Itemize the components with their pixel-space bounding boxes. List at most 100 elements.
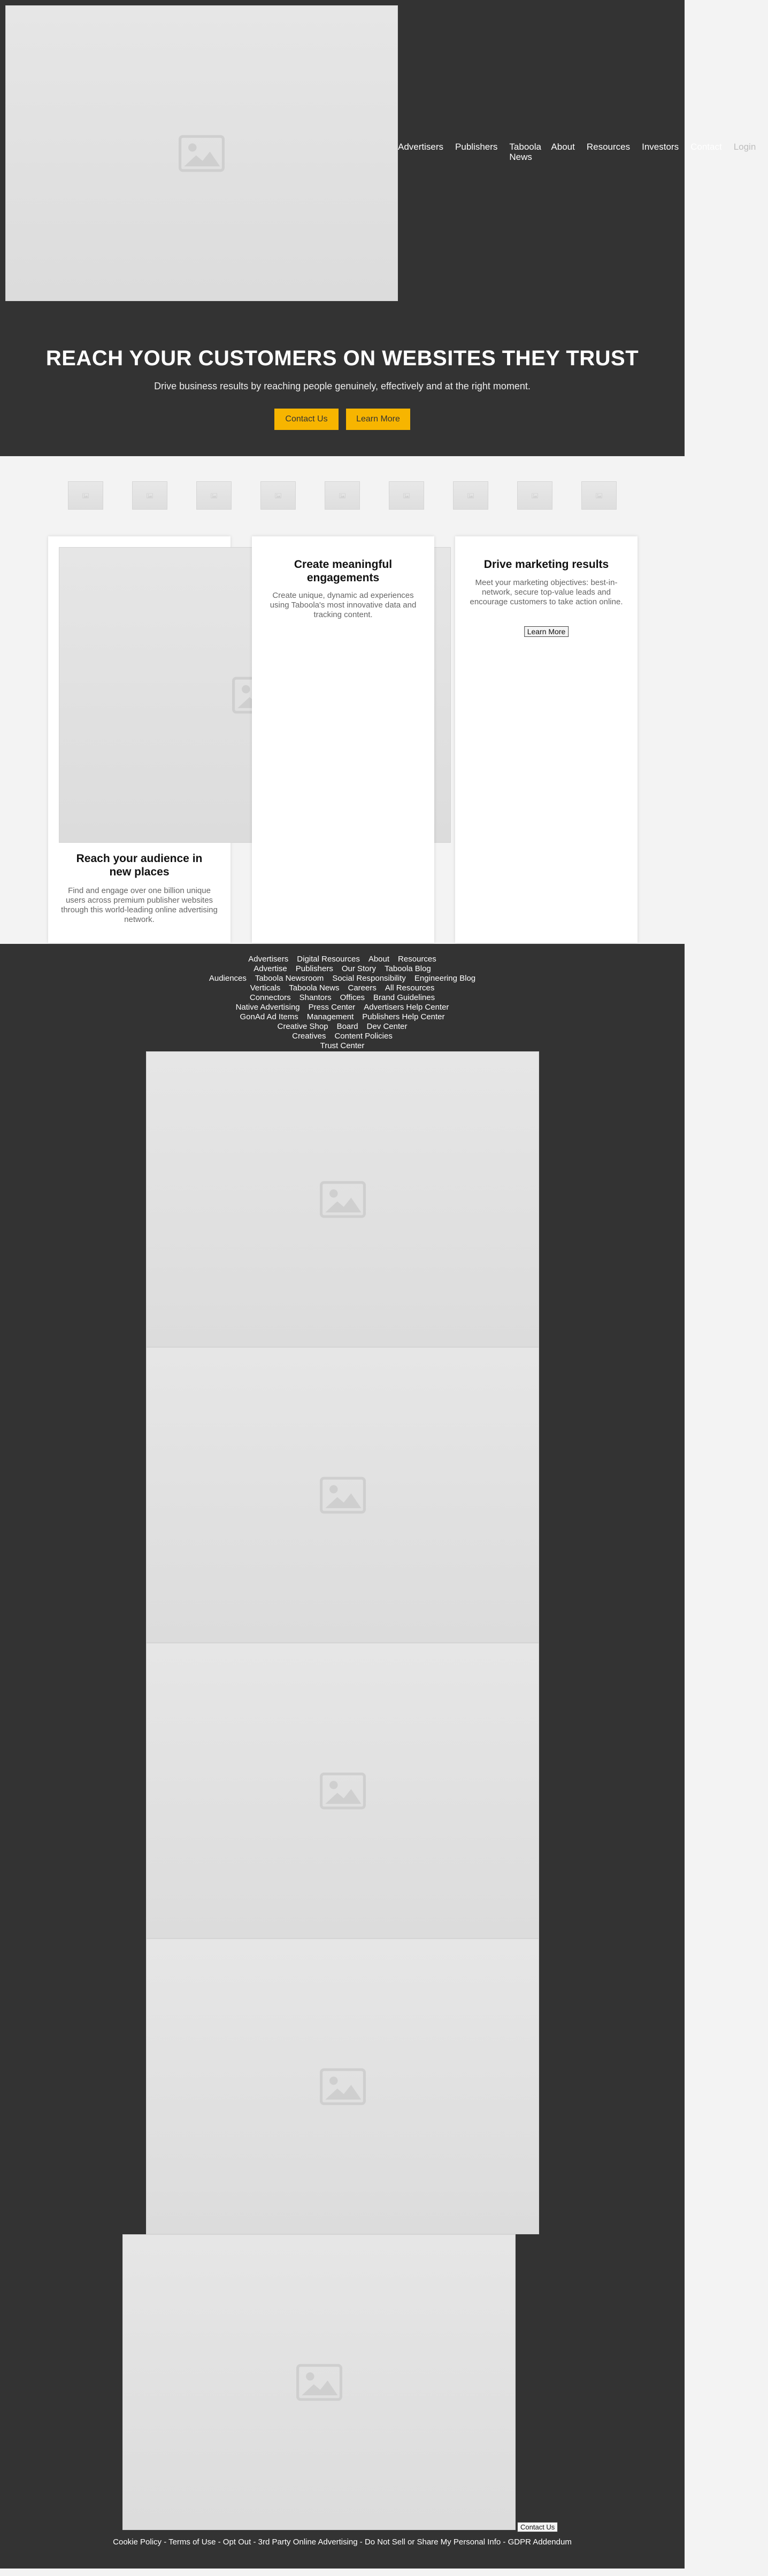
- footer-link[interactable]: Advertisers Help Center: [364, 1003, 449, 1012]
- footer-link-row: GonAd Ad Items Management Publishers Help …: [0, 1012, 685, 1022]
- hero-subtitle: Drive business results by reaching peopl…: [154, 381, 531, 391]
- footer-link[interactable]: Taboola Newsroom: [255, 974, 324, 983]
- card-title: Create meaningful engagements: [294, 558, 393, 584]
- footer-links: Advertisers Digital Resources About Resourc…: [0, 955, 685, 1051]
- learn-more-button[interactable]: Learn More: [524, 626, 569, 637]
- footer-link[interactable]: Offices: [340, 993, 365, 1002]
- footer-link[interactable]: Connectors: [250, 993, 291, 1002]
- image-placeholder-icon: [275, 493, 281, 498]
- image-placeholder-icon: [320, 1772, 366, 1810]
- nav-about[interactable]: About: [551, 142, 574, 162]
- image-placeholder-icon: [320, 2068, 366, 2105]
- card-text: Find and engage over one billion unique …: [61, 886, 218, 924]
- footer-link[interactable]: Publishers Help Center: [362, 1012, 444, 1021]
- separator: -: [216, 2537, 223, 2547]
- footer-link-row: Audiences Taboola Newsroom Social Responsi…: [0, 974, 685, 983]
- footer-image: [122, 2234, 516, 2530]
- nav-contact[interactable]: Contact: [690, 142, 722, 162]
- footer-link[interactable]: Resources: [398, 955, 436, 964]
- nav-login[interactable]: Login: [734, 142, 756, 162]
- image-placeholder-icon: [320, 1477, 366, 1514]
- footer-link[interactable]: Verticals: [250, 983, 281, 993]
- separator: -: [251, 2537, 258, 2547]
- legal-link[interactable]: Do Not Sell or Share My Personal Info: [365, 2537, 501, 2547]
- footer-link[interactable]: Management: [307, 1012, 354, 1021]
- partner-logo: [389, 481, 424, 510]
- footer-link[interactable]: Native Advertising: [236, 1003, 300, 1012]
- nav-advertisers[interactable]: Advertisers: [398, 142, 443, 162]
- legal-link[interactable]: Cookie Policy: [113, 2537, 162, 2547]
- partner-logo: [581, 481, 617, 510]
- footer-link-row: Creatives Content Policies: [0, 1032, 685, 1041]
- main-nav: Advertisers Publishers Taboola News Abou…: [398, 142, 768, 162]
- footer-link[interactable]: Creative Shop: [278, 1022, 328, 1031]
- hero-title: REACH YOUR CUSTOMERS ON WEBSITES THEY TR…: [45, 347, 639, 370]
- footer-link[interactable]: Advertisers: [248, 955, 288, 964]
- feature-card-engage: Create meaningful engagements Create uni…: [252, 536, 434, 943]
- footer-link[interactable]: Taboola News: [289, 983, 339, 993]
- card-title: Reach your audience in new places: [76, 852, 203, 878]
- footer-link[interactable]: Board: [337, 1022, 358, 1031]
- footer-link[interactable]: Audiences: [209, 974, 247, 983]
- footer-link[interactable]: Publishers: [296, 964, 333, 973]
- image-placeholder-icon: [82, 493, 89, 498]
- footer-link[interactable]: Dev Center: [367, 1022, 408, 1031]
- footer-link[interactable]: Press Center: [309, 1003, 356, 1012]
- footer-link[interactable]: Our Story: [342, 964, 376, 973]
- partner-logo: [453, 481, 488, 510]
- footer-link[interactable]: About: [368, 955, 389, 964]
- footer-link[interactable]: Social Responsibility: [332, 974, 406, 983]
- footer-link-row: Connectors Shantors Offices Brand Guideline…: [0, 993, 685, 1003]
- image-placeholder-icon: [211, 493, 217, 498]
- legal-link[interactable]: 3rd Party Online Advertising: [258, 2537, 358, 2547]
- partner-logo: [68, 481, 103, 510]
- footer-link[interactable]: Engineering Blog: [414, 974, 475, 983]
- nav-investors[interactable]: Investors: [642, 142, 679, 162]
- footer-link[interactable]: Content Policies: [334, 1032, 392, 1041]
- image-placeholder-icon: [179, 135, 225, 172]
- footer-image: [146, 1643, 539, 1939]
- footer-link-row: Trust Center: [0, 1041, 685, 1051]
- nav-publishers[interactable]: Publishers: [455, 142, 497, 162]
- partner-logo: [325, 481, 360, 510]
- hero-image: [5, 5, 398, 301]
- contact-us-button[interactable]: Contact Us: [274, 409, 339, 430]
- card-title: Drive marketing results: [483, 558, 609, 571]
- footer-link[interactable]: All Resources: [385, 983, 435, 993]
- legal-link[interactable]: Terms of Use: [168, 2537, 216, 2547]
- footer-link-row: Verticals Taboola News Careers All Resource…: [0, 983, 685, 993]
- card-text: Meet your marketing objectives: best-in-…: [470, 578, 623, 606]
- legal-link[interactable]: Opt Out: [223, 2537, 251, 2547]
- nav-resources[interactable]: Resources: [587, 142, 630, 162]
- separator: -: [162, 2537, 169, 2547]
- separator: -: [501, 2537, 508, 2547]
- partner-logo: [517, 481, 552, 510]
- footer-link-row: Advertise Publishers Our Story Taboola Blog: [0, 964, 685, 974]
- legal-link[interactable]: GDPR Addendum: [508, 2537, 572, 2547]
- hero-buttons: Contact Us Learn More: [0, 409, 685, 430]
- partner-logo: [260, 481, 296, 510]
- learn-more-button[interactable]: Learn More: [346, 409, 410, 430]
- footer-link[interactable]: Creatives: [292, 1032, 326, 1041]
- footer-image: [146, 1347, 539, 1643]
- image-placeholder-icon: [339, 493, 345, 498]
- footer-link[interactable]: Brand Guidelines: [373, 993, 435, 1002]
- image-placeholder-icon: [320, 1181, 366, 1218]
- legal-links: Cookie Policy - Terms of Use - Opt Out -…: [0, 2537, 685, 2547]
- footer-image: [146, 1051, 539, 1347]
- footer-link[interactable]: Careers: [348, 983, 377, 993]
- footer-link[interactable]: Trust Center: [320, 1041, 365, 1050]
- partner-logo: [196, 481, 232, 510]
- partner-logo: [132, 481, 167, 510]
- card-text: Create unique, dynamic ad experiences us…: [270, 591, 417, 619]
- footer-link[interactable]: GonAd Ad Items: [240, 1012, 298, 1021]
- footer-contact-button[interactable]: Contact Us: [517, 2522, 558, 2532]
- footer-link[interactable]: Shantors: [299, 993, 332, 1002]
- footer-link[interactable]: Digital Resources: [297, 955, 360, 964]
- image-placeholder-icon: [296, 2364, 342, 2401]
- footer-link[interactable]: Advertise: [254, 964, 287, 973]
- footer-link[interactable]: Taboola Blog: [385, 964, 431, 973]
- nav-taboola-news[interactable]: Taboola News: [509, 142, 541, 162]
- footer-link-row: Creative Shop Board Dev Center: [0, 1022, 685, 1032]
- partner-logos: [68, 481, 617, 510]
